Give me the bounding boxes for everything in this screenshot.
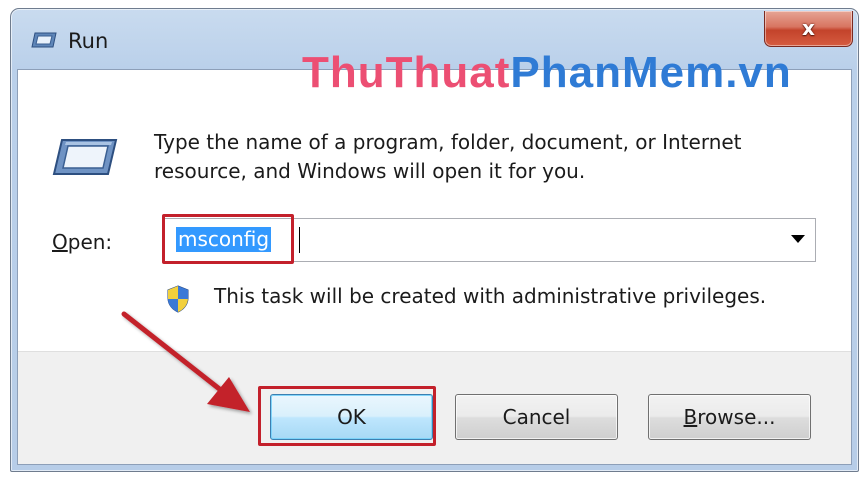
instructions-text: Type the name of a program, folder, docu… — [154, 128, 814, 186]
text-caret — [299, 227, 300, 253]
cancel-button-label: Cancel — [502, 405, 571, 429]
browse-accesskey: B — [683, 405, 698, 429]
open-label-accesskey: O — [52, 230, 68, 254]
uac-shield-icon — [167, 285, 189, 313]
close-button[interactable]: x — [764, 11, 853, 47]
dialog-body: Type the name of a program, folder, docu… — [17, 69, 852, 465]
input-highlight-box — [162, 214, 294, 264]
browse-button[interactable]: Browse... — [648, 394, 811, 440]
instructions-line-1: Type the name of a program, folder, docu… — [154, 130, 742, 154]
window-title: Run — [68, 29, 109, 53]
browse-button-label: rowse... — [697, 405, 776, 429]
run-icon — [31, 32, 57, 48]
cancel-button[interactable]: Cancel — [455, 394, 618, 440]
close-icon: x — [802, 16, 815, 40]
open-label: Open: — [52, 230, 112, 254]
admin-privileges-note: This task will be created with administr… — [214, 284, 767, 308]
watermark: ThuThuatPhanMem.vn — [302, 48, 792, 98]
watermark-part-1: ThuThuat — [302, 48, 511, 97]
run-icon — [52, 139, 118, 175]
chevron-down-icon[interactable] — [791, 235, 805, 243]
open-label-text: pen: — [67, 230, 113, 254]
ok-highlight-box — [258, 386, 436, 446]
instructions-line-2: resource, and Windows will open it for y… — [154, 159, 586, 183]
watermark-part-2: PhanMem.vn — [510, 48, 792, 97]
